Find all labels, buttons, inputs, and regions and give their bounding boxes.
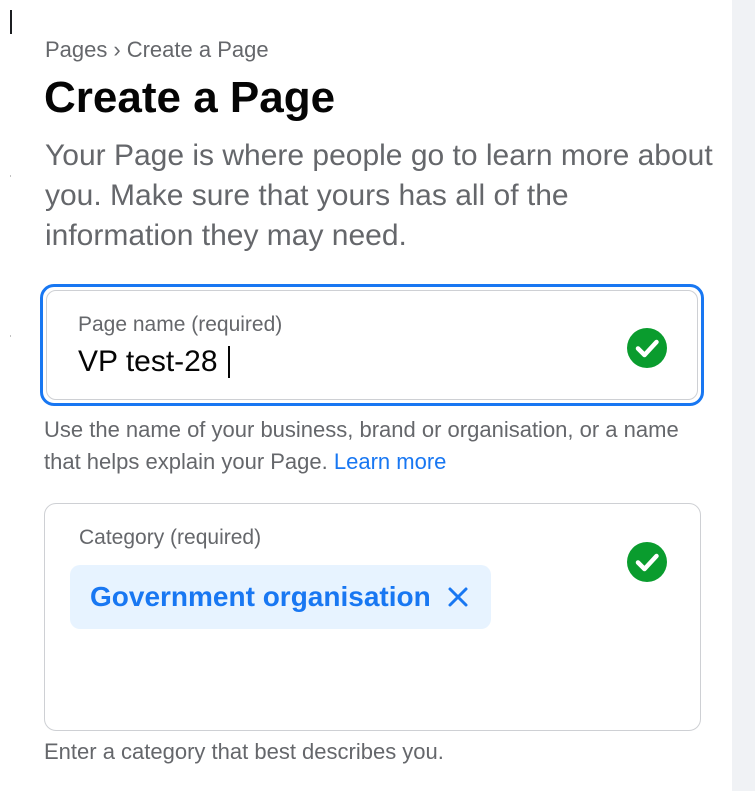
breadcrumb-current: Create a Page	[126, 37, 269, 62]
preview-area-edge	[732, 0, 755, 791]
page-title: Create a Page	[44, 73, 336, 122]
window-edge-tick	[10, 175, 11, 177]
check-circle-icon	[627, 328, 667, 368]
category-helper: Enter a category that best describes you…	[44, 739, 444, 764]
category-label: Category (required)	[79, 526, 262, 549]
learn-more-link[interactable]: Learn more	[334, 449, 447, 474]
page-name-field[interactable]: Page name (required)	[40, 284, 704, 406]
check-circle-icon	[627, 542, 667, 582]
category-chip-label: Government organisation	[90, 581, 431, 612]
breadcrumb-separator: ›	[113, 37, 121, 62]
breadcrumb: Pages › Create a Page	[45, 37, 269, 63]
page-subtitle: Your Page is where people go to learn mo…	[45, 139, 713, 252]
page-name-label: Page name (required)	[78, 313, 283, 336]
breadcrumb-pages-link[interactable]: Pages	[45, 37, 107, 62]
page-name-input[interactable]	[78, 342, 578, 382]
create-page-form-panel: Pages › Create a Page Create a Page Your P…	[0, 0, 755, 791]
close-icon[interactable]	[445, 584, 471, 610]
text-cursor	[228, 346, 230, 378]
category-chip: Government organisation	[70, 565, 491, 629]
category-field[interactable]: Category (required) Government organisat…	[44, 503, 701, 731]
window-edge-marker	[10, 10, 12, 34]
page-name-helper: Use the name of your business, brand or …	[44, 414, 704, 478]
window-edge-tick	[10, 335, 11, 337]
